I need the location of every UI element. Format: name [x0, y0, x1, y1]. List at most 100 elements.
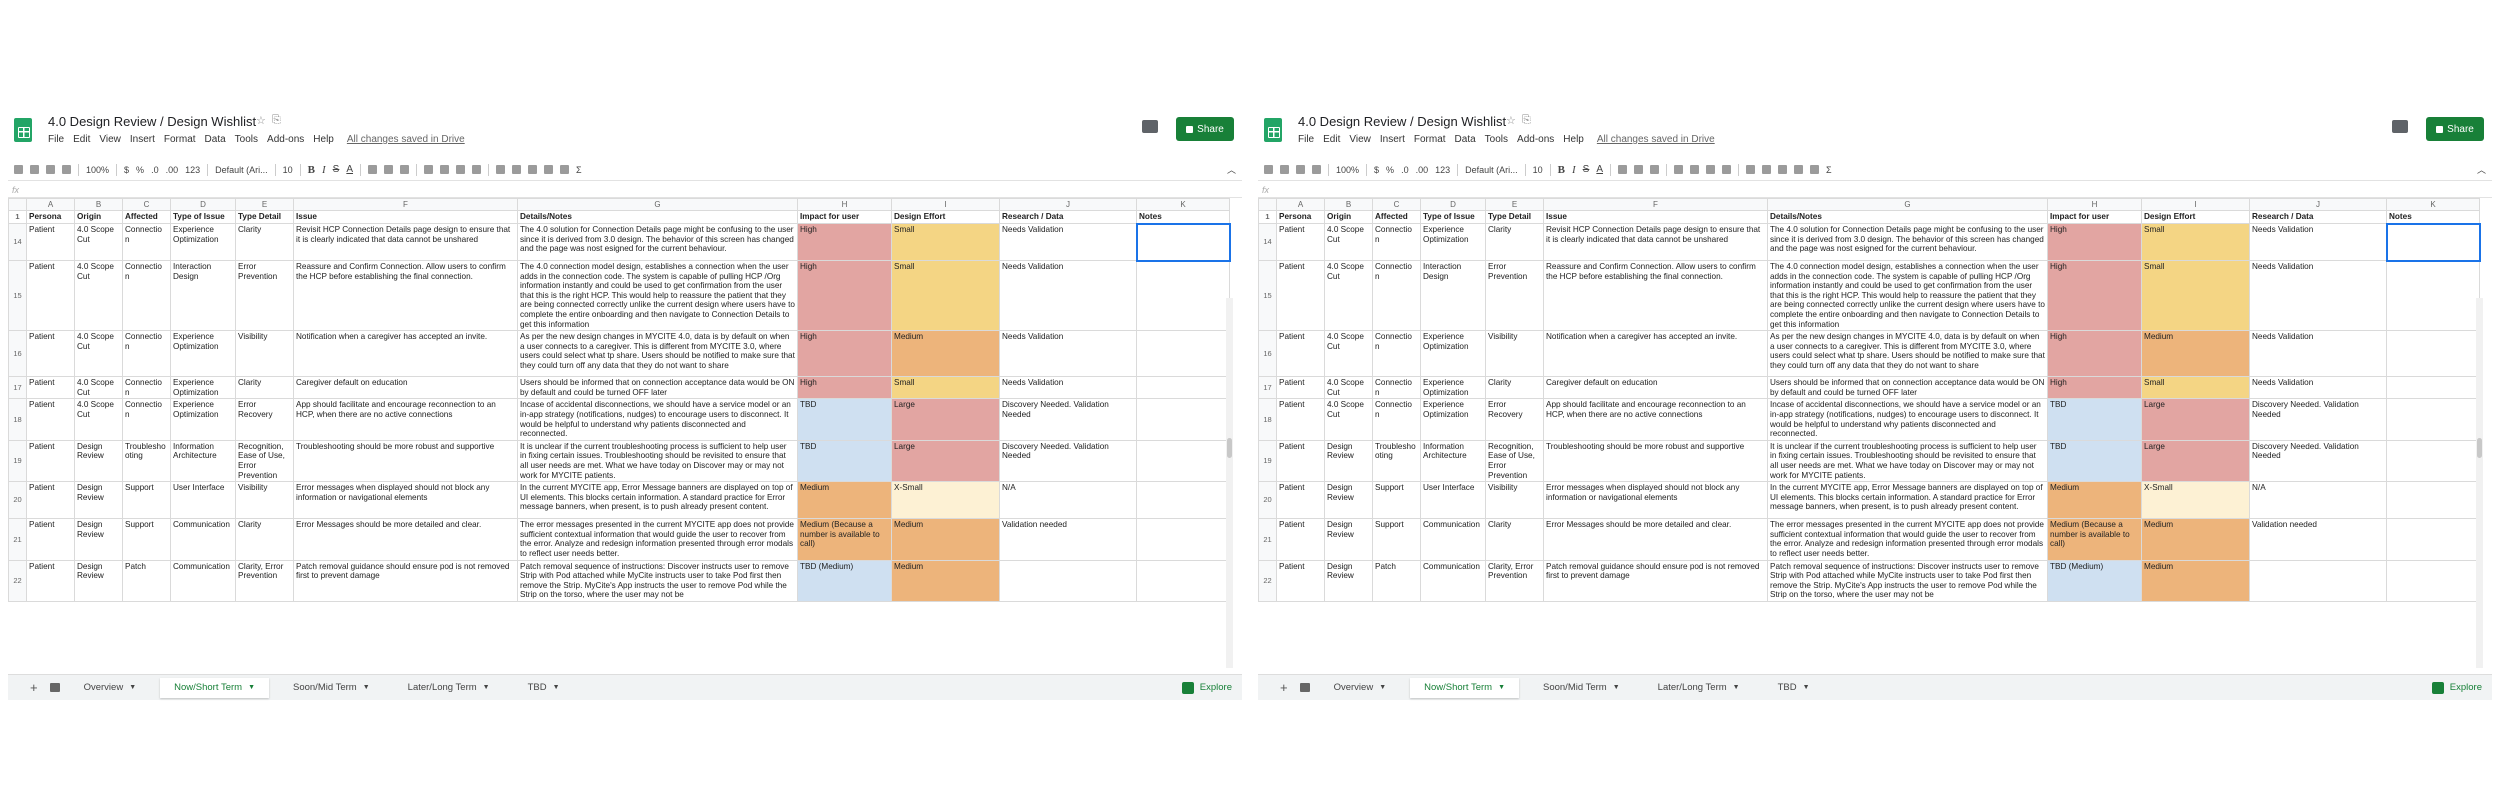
cell-effort[interactable]: Large — [891, 398, 1000, 441]
column-header[interactable]: Origin — [1324, 209, 1373, 225]
add-sheet-icon[interactable]: + — [30, 680, 38, 695]
cell-type-of-issue[interactable]: Experience Optimization — [170, 223, 236, 262]
cell-research[interactable]: Needs Validation — [2249, 260, 2387, 332]
cell-details[interactable]: As per the new design changes in MYCITE … — [1767, 330, 2048, 378]
cell-origin[interactable]: 4.0 Scope Cut — [1324, 330, 1373, 378]
cell-origin[interactable]: 4.0 Scope Cut — [74, 330, 123, 378]
collapse-menu-icon[interactable]: ︿ — [2477, 163, 2486, 176]
cell-impact[interactable]: High — [2047, 376, 2142, 400]
cell-impact[interactable]: High — [797, 376, 892, 400]
cell-impact[interactable]: TBD — [2047, 439, 2142, 483]
cell-impact[interactable]: High — [2047, 330, 2142, 378]
font-size-select[interactable]: 10 — [283, 165, 293, 175]
menu-item-tools[interactable]: Tools — [1485, 134, 1508, 145]
column-letter[interactable]: J — [2249, 198, 2387, 211]
zoom-select[interactable]: 100% — [1336, 165, 1359, 175]
cell-effort[interactable]: X-Small — [2141, 481, 2250, 520]
print-icon[interactable] — [46, 165, 55, 174]
cell-notes[interactable] — [2386, 398, 2480, 441]
cell-type-detail[interactable]: Clarity — [235, 223, 294, 262]
save-status[interactable]: All changes saved in Drive — [347, 134, 465, 145]
cell-issue[interactable]: Patch removal guidance should ensure pod… — [1543, 559, 1768, 602]
cell-effort[interactable]: Medium — [2141, 518, 2250, 561]
text-rotation-icon[interactable] — [1722, 165, 1732, 174]
row-number[interactable]: 22 — [8, 559, 27, 602]
cell-persona[interactable]: Patient — [1276, 260, 1325, 332]
row-number[interactable]: 15 — [1258, 260, 1277, 332]
cell-effort[interactable]: Small — [2141, 223, 2250, 262]
menu-item-help[interactable]: Help — [1563, 134, 1584, 145]
column-header[interactable]: Type of Issue — [170, 209, 236, 225]
menu-item-add-ons[interactable]: Add-ons — [267, 134, 304, 145]
redo-icon[interactable] — [30, 165, 39, 174]
borders-icon[interactable] — [1634, 165, 1644, 174]
sheet-tab[interactable]: TBD ▼ — [1764, 678, 1824, 698]
cell-affected[interactable]: Patch — [1372, 559, 1421, 602]
cell-issue[interactable]: App should facilitate and encourage reco… — [1543, 398, 1768, 441]
cell-issue[interactable]: Revisit HCP Connection Details page desi… — [1543, 223, 1768, 262]
column-header[interactable]: Notes — [2386, 209, 2480, 225]
horizontal-align-icon[interactable] — [424, 165, 434, 174]
cell-details[interactable]: Users should be informed that on connect… — [517, 376, 798, 400]
cell-issue[interactable]: Caregiver default on education — [293, 376, 518, 400]
format-percent-button[interactable]: % — [1386, 165, 1394, 175]
column-letter[interactable]: D — [1420, 198, 1486, 211]
formula-bar[interactable]: fx — [1258, 182, 2492, 198]
cell-research[interactable]: Needs Validation — [999, 376, 1137, 400]
cell-issue[interactable]: Troubleshooting should be more robust an… — [293, 439, 518, 483]
cell-issue[interactable]: Error Messages should be more detailed a… — [1543, 518, 1768, 561]
cell-type-detail[interactable]: Clarity — [235, 376, 294, 400]
cell-notes[interactable] — [2386, 559, 2480, 602]
chevron-down-icon[interactable]: ▼ — [1613, 684, 1620, 691]
cell-type-of-issue[interactable]: Communication — [170, 518, 236, 561]
row-number[interactable]: 18 — [8, 398, 27, 441]
all-sheets-icon[interactable] — [1299, 683, 1310, 692]
cell-type-of-issue[interactable]: Experience Optimization — [170, 398, 236, 441]
column-letter[interactable]: A — [26, 198, 75, 211]
menu-item-format[interactable]: Format — [1414, 134, 1446, 145]
filter-views-icon[interactable] — [1810, 165, 1820, 174]
column-letter[interactable]: D — [170, 198, 236, 211]
row-number[interactable]: 1 — [8, 209, 27, 225]
cell-type-of-issue[interactable]: User Interface — [170, 481, 236, 520]
paint-format-icon[interactable] — [62, 165, 71, 174]
chevron-down-icon[interactable]: ▼ — [129, 684, 136, 691]
sheet-tab[interactable]: Soon/Mid Term ▼ — [279, 678, 384, 698]
text-wrapping-icon[interactable] — [1706, 165, 1716, 174]
insert-chart-icon[interactable] — [528, 165, 538, 174]
column-header[interactable]: Persona — [26, 209, 75, 225]
cell-research[interactable]: Needs Validation — [999, 260, 1137, 332]
menu-item-insert[interactable]: Insert — [1380, 134, 1405, 145]
cell-notes[interactable] — [2386, 260, 2480, 332]
cell-details[interactable]: The error messages presented in the curr… — [517, 518, 798, 561]
cell-research[interactable]: N/A — [2249, 481, 2387, 520]
cell-affected[interactable]: Connectio n — [1372, 260, 1421, 332]
italic-button[interactable]: I — [1572, 164, 1576, 176]
paint-format-icon[interactable] — [1312, 165, 1321, 174]
cell-type-of-issue[interactable]: Experience Optimization — [1420, 223, 1486, 262]
strikethrough-button[interactable]: S — [1583, 164, 1590, 175]
row-number[interactable]: 16 — [1258, 330, 1277, 378]
column-header[interactable]: Details/Notes — [1767, 209, 2048, 225]
menu-item-add-ons[interactable]: Add-ons — [1517, 134, 1554, 145]
cell-affected[interactable]: Connectio n — [1372, 376, 1421, 400]
cell-impact[interactable]: High — [797, 330, 892, 378]
font-size-select[interactable]: 10 — [1533, 165, 1543, 175]
cell-issue[interactable]: Reassure and Confirm Connection. Allow u… — [1543, 260, 1768, 332]
strikethrough-button[interactable]: S — [333, 164, 340, 175]
row-number[interactable]: 1 — [1258, 209, 1277, 225]
column-letter[interactable]: A — [1276, 198, 1325, 211]
chevron-down-icon[interactable]: ▼ — [248, 684, 255, 691]
cell-notes[interactable] — [1136, 439, 1230, 483]
zoom-select[interactable]: 100% — [86, 165, 109, 175]
row-number[interactable]: 16 — [8, 330, 27, 378]
cell-impact[interactable]: Medium — [2047, 481, 2142, 520]
explore-button[interactable]: Explore — [1181, 681, 1232, 694]
cell-issue[interactable]: Patch removal guidance should ensure pod… — [293, 559, 518, 602]
cell-notes[interactable] — [1135, 222, 1231, 262]
column-header[interactable]: Type Detail — [1485, 209, 1544, 225]
cell-effort[interactable]: Medium — [2141, 330, 2250, 378]
cell-persona[interactable]: Patient — [26, 376, 75, 400]
cell-type-detail[interactable]: Clarity — [1485, 223, 1544, 262]
column-letter[interactable]: F — [293, 198, 518, 211]
